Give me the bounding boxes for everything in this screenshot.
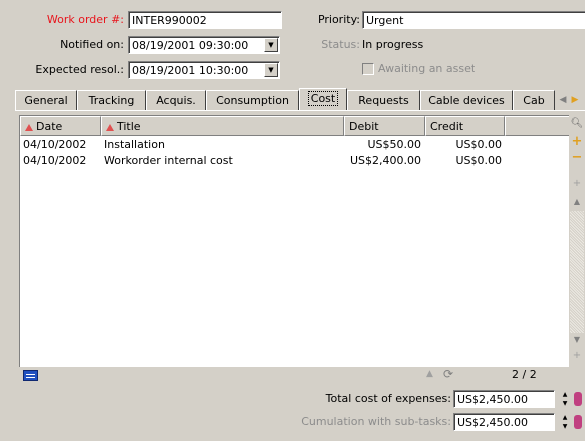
add-icon[interactable]: + [570, 135, 584, 149]
tab-requests-label: Requests [358, 94, 409, 107]
cell-date: 04/10/2002 [23, 138, 87, 151]
notified-dropdown-button[interactable]: ▼ [264, 38, 278, 52]
expected-resolution-field[interactable]: 08/19/2001 10:30:00 ▼ [128, 61, 280, 79]
column-header-date[interactable]: Date [20, 116, 101, 136]
tab-cost[interactable]: Cost [299, 88, 347, 110]
cell-title: Installation [104, 138, 165, 151]
tab-cab[interactable]: Cab [513, 90, 555, 110]
tab-scroll-left-icon[interactable]: ◀ [557, 92, 569, 108]
expected-resolution-label: Expected resol.: [35, 63, 124, 76]
column-header-filler [505, 116, 570, 136]
work-order-label: Work order #: [46, 13, 124, 26]
cell-debit: US$2,400.00 [349, 154, 421, 167]
expected-dropdown-button[interactable]: ▼ [264, 63, 278, 77]
sort-indicator-icon [106, 124, 114, 131]
record-count: 2 / 2 [512, 368, 537, 381]
scrollbar-track[interactable] [570, 211, 584, 333]
priority-field[interactable]: Urgent [362, 11, 585, 29]
navigate-up-icon[interactable]: ▲ [426, 369, 433, 379]
notified-on-field[interactable]: 08/19/2001 09:30:00 ▼ [128, 36, 280, 54]
sort-indicator-icon [25, 124, 33, 131]
table-view-icon[interactable] [23, 370, 38, 381]
cumulation-label: Cumulation with sub-tasks: [301, 415, 451, 428]
tab-tracking[interactable]: Tracking [77, 90, 146, 110]
scroll-up-icon[interactable]: ▲ [570, 195, 584, 209]
status-label: Status: [321, 38, 360, 51]
table-row[interactable]: 04/10/2002 Installation US$50.00 US$0.00 [20, 137, 570, 153]
cell-debit: US$50.00 [367, 138, 421, 151]
awaiting-asset-label: Awaiting an asset [378, 62, 476, 75]
tab-tracking-label: Tracking [88, 94, 135, 107]
column-header-debit-label: Debit [349, 120, 379, 133]
status-value: In progress [362, 38, 424, 51]
notified-on-value: 08/19/2001 09:30:00 [132, 39, 249, 52]
cell-credit: US$0.00 [455, 138, 502, 151]
zoom-icon[interactable]: 🔍︎ [570, 117, 584, 131]
tab-strip: General Tracking Acquis. Consumption Cos… [15, 88, 585, 110]
tab-scroll-right-icon[interactable]: ▶ [569, 92, 581, 108]
cell-title: Workorder internal cost [104, 154, 233, 167]
column-header-credit-label: Credit [430, 120, 464, 133]
tab-acquis[interactable]: Acquis. [146, 90, 206, 110]
tab-consumption[interactable]: Consumption [206, 90, 299, 110]
remove-icon[interactable]: − [570, 151, 584, 165]
tab-cable-devices[interactable]: Cable devices [420, 90, 513, 110]
tab-general[interactable]: General [15, 90, 77, 110]
total-cost-field: US$2,450.00 [453, 390, 555, 408]
column-header-title[interactable]: Title [101, 116, 344, 136]
tab-general-label: General [24, 94, 68, 107]
cumulation-spinner-icon[interactable]: ▲ ▼ [561, 413, 569, 431]
work-order-field[interactable]: INTER990002 [128, 11, 282, 29]
list-side-toolbar: 🔍︎ + − + ▲ ▼ + [569, 115, 585, 367]
total-cost-label: Total cost of expenses: [325, 392, 451, 405]
expand-icon[interactable]: + [570, 177, 584, 191]
list-status-bar: ▲ ⟳ 2 / 2 [19, 367, 585, 384]
cell-credit: US$0.00 [455, 154, 502, 167]
total-cost-spinner-icon[interactable]: ▲ ▼ [561, 390, 569, 408]
column-header-date-label: Date [36, 120, 63, 133]
expected-resolution-value: 08/19/2001 10:30:00 [132, 64, 249, 77]
notified-label: Notified on: [60, 38, 124, 51]
priority-label: Priority: [317, 13, 360, 26]
table-row[interactable]: 04/10/2002 Workorder internal cost US$2,… [20, 153, 570, 169]
tab-consumption-label: Consumption [216, 94, 289, 107]
cumulation-database-icon[interactable] [574, 415, 582, 429]
tab-cost-label: Cost [307, 91, 339, 106]
column-header-debit[interactable]: Debit [344, 116, 425, 136]
tab-acquis-label: Acquis. [156, 94, 196, 107]
refresh-icon[interactable]: ⟳ [443, 367, 453, 381]
column-header-title-label: Title [117, 120, 141, 133]
column-header-credit[interactable]: Credit [425, 116, 505, 136]
awaiting-asset-checkbox[interactable] [362, 63, 374, 75]
collapse-icon[interactable]: + [570, 349, 584, 363]
tab-cab-label: Cab [523, 94, 545, 107]
cumulation-field: US$2,450.00 [453, 413, 555, 431]
tab-cable-devices-label: Cable devices [428, 94, 505, 107]
scroll-down-icon[interactable]: ▼ [570, 333, 584, 347]
cost-list[interactable]: Date Title Debit Credit 04/10/2002 Insta… [19, 115, 570, 368]
total-cost-database-icon[interactable] [574, 392, 582, 406]
cell-date: 04/10/2002 [23, 154, 87, 167]
tab-requests[interactable]: Requests [347, 90, 420, 110]
